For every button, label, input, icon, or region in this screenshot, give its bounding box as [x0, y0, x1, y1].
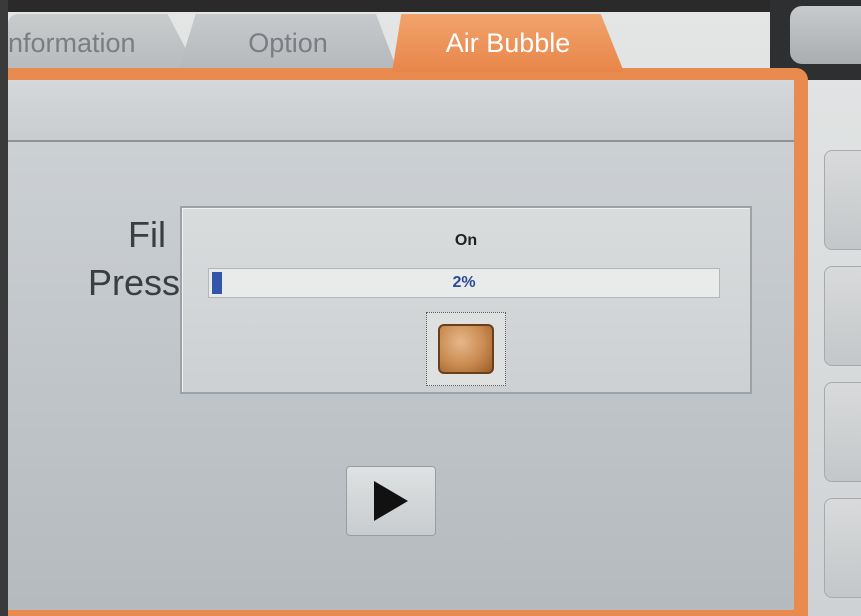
dialog-status: On	[454, 232, 478, 249]
stop-icon	[438, 324, 494, 374]
side-button-1[interactable]	[824, 150, 861, 250]
play-icon	[374, 481, 408, 521]
pressure-label: Press	[88, 262, 181, 303]
progress-text: 2%	[452, 274, 476, 291]
side-button-3[interactable]	[824, 382, 861, 482]
progress-bar: 2%	[208, 268, 720, 298]
tab-option[interactable]: Option	[178, 14, 398, 72]
tab-option-label: Option	[248, 27, 328, 58]
play-button[interactable]	[346, 466, 436, 536]
corner-button[interactable]	[790, 6, 861, 64]
top-edge	[0, 0, 861, 12]
stop-button[interactable]	[426, 312, 506, 386]
side-button-4[interactable]	[824, 498, 861, 598]
tab-air-bubble-label: Air Bubble	[445, 27, 571, 58]
panel-header	[8, 80, 794, 142]
tab-information[interactable]: nformation	[8, 14, 198, 72]
progress-dialog: On 2%	[180, 206, 752, 394]
side-button-2[interactable]	[824, 266, 861, 366]
fill-label: Fil	[128, 214, 166, 255]
tab-information-label: nformation	[8, 27, 136, 58]
tab-air-bubble[interactable]: Air Bubble	[392, 14, 624, 72]
left-edge	[0, 0, 8, 616]
